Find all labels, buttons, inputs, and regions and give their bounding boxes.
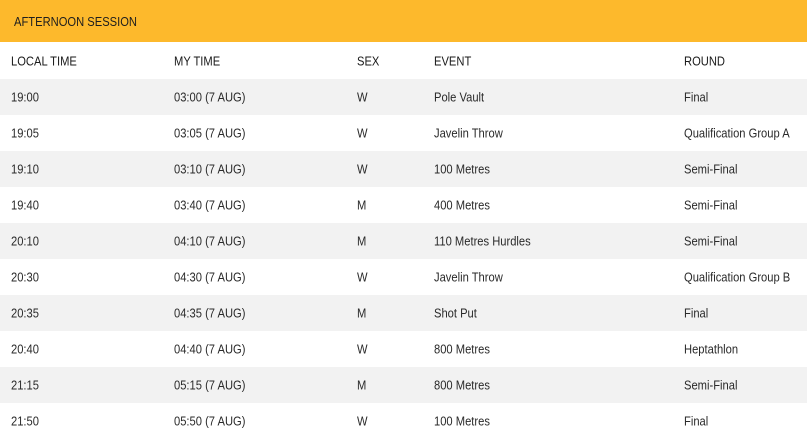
my-time-cell: 04:30 (7 AUG) bbox=[174, 269, 246, 285]
session-header: AFTERNOON SESSION bbox=[0, 0, 807, 42]
event-cell: 100 Metres bbox=[434, 413, 490, 429]
local-time-cell: 19:05 bbox=[11, 125, 39, 141]
round-cell: Qualification Group B bbox=[684, 269, 791, 285]
my-time-cell: 04:10 (7 AUG) bbox=[174, 233, 246, 249]
local-time-cell: 21:50 bbox=[11, 413, 39, 429]
session-title: AFTERNOON SESSION bbox=[14, 13, 138, 29]
local-time-cell: 21:15 bbox=[11, 377, 39, 393]
event-cell: Javelin Throw bbox=[434, 269, 503, 285]
column-header-my-time: MY TIME bbox=[174, 53, 221, 68]
my-time-cell: 05:50 (7 AUG) bbox=[174, 413, 246, 429]
table-row: 20:40 04:40 (7 AUG) W 800 Metres Heptath… bbox=[0, 331, 807, 367]
table-row: 20:10 04:10 (7 AUG) M 110 Metres Hurdles… bbox=[0, 223, 807, 259]
local-time-cell: 20:35 bbox=[11, 305, 39, 321]
table-row: 19:05 03:05 (7 AUG) W Javelin Throw Qual… bbox=[0, 115, 807, 151]
column-header-local-time: LOCAL TIME bbox=[11, 53, 77, 68]
event-cell: 110 Metres Hurdles bbox=[434, 233, 531, 249]
column-header-row: LOCAL TIME MY TIME SEX EVENT ROUND bbox=[0, 42, 807, 79]
sex-cell: M bbox=[357, 377, 367, 393]
sex-cell: W bbox=[357, 269, 368, 285]
sex-cell: W bbox=[357, 89, 368, 105]
round-cell: Final bbox=[684, 305, 709, 321]
local-time-cell: 20:40 bbox=[11, 341, 39, 357]
sex-cell: M bbox=[357, 233, 367, 249]
my-time-cell: 05:15 (7 AUG) bbox=[174, 377, 246, 393]
event-cell: 100 Metres bbox=[434, 161, 490, 177]
round-cell: Semi-Final bbox=[684, 377, 738, 393]
round-cell: Semi-Final bbox=[684, 161, 738, 177]
my-time-cell: 03:05 (7 AUG) bbox=[174, 125, 246, 141]
local-time-cell: 19:10 bbox=[11, 161, 39, 177]
sex-cell: W bbox=[357, 341, 368, 357]
sex-cell: W bbox=[357, 413, 368, 429]
sex-cell: M bbox=[357, 305, 367, 321]
round-cell: Final bbox=[684, 413, 709, 429]
column-header-sex: SEX bbox=[357, 53, 380, 68]
round-cell: Heptathlon bbox=[684, 341, 739, 357]
sex-cell: M bbox=[357, 197, 367, 213]
table-row: 20:35 04:35 (7 AUG) M Shot Put Final bbox=[0, 295, 807, 331]
table-row: 19:10 03:10 (7 AUG) W 100 Metres Semi-Fi… bbox=[0, 151, 807, 187]
column-header-event: EVENT bbox=[434, 53, 472, 68]
local-time-cell: 20:30 bbox=[11, 269, 39, 285]
my-time-cell: 04:40 (7 AUG) bbox=[174, 341, 246, 357]
event-cell: 800 Metres bbox=[434, 341, 490, 357]
event-cell: Shot Put bbox=[434, 305, 477, 321]
my-time-cell: 03:40 (7 AUG) bbox=[174, 197, 246, 213]
sex-cell: W bbox=[357, 125, 368, 141]
round-cell: Semi-Final bbox=[684, 197, 738, 213]
round-cell: Final bbox=[684, 89, 709, 105]
event-cell: Pole Vault bbox=[434, 89, 485, 105]
event-cell: Javelin Throw bbox=[434, 125, 503, 141]
my-time-cell: 03:00 (7 AUG) bbox=[174, 89, 246, 105]
local-time-cell: 19:40 bbox=[11, 197, 39, 213]
table-row: 19:00 03:00 (7 AUG) W Pole Vault Final bbox=[0, 79, 807, 115]
table-row: 20:30 04:30 (7 AUG) W Javelin Throw Qual… bbox=[0, 259, 807, 295]
event-cell: 800 Metres bbox=[434, 377, 490, 393]
my-time-cell: 04:35 (7 AUG) bbox=[174, 305, 246, 321]
local-time-cell: 19:00 bbox=[11, 89, 39, 105]
round-cell: Semi-Final bbox=[684, 233, 738, 249]
my-time-cell: 03:10 (7 AUG) bbox=[174, 161, 246, 177]
table-row: 21:15 05:15 (7 AUG) M 800 Metres Semi-Fi… bbox=[0, 367, 807, 403]
event-cell: 400 Metres bbox=[434, 197, 490, 213]
local-time-cell: 20:10 bbox=[11, 233, 39, 249]
schedule-table: AFTERNOON SESSION LOCAL TIME MY TIME SEX… bbox=[0, 0, 807, 441]
table-row: 21:50 05:50 (7 AUG) W 100 Metres Final bbox=[0, 403, 807, 439]
round-cell: Qualification Group A bbox=[684, 125, 790, 141]
sex-cell: W bbox=[357, 161, 368, 177]
table-row: 19:40 03:40 (7 AUG) M 400 Metres Semi-Fi… bbox=[0, 187, 807, 223]
column-header-round: ROUND bbox=[684, 53, 725, 68]
